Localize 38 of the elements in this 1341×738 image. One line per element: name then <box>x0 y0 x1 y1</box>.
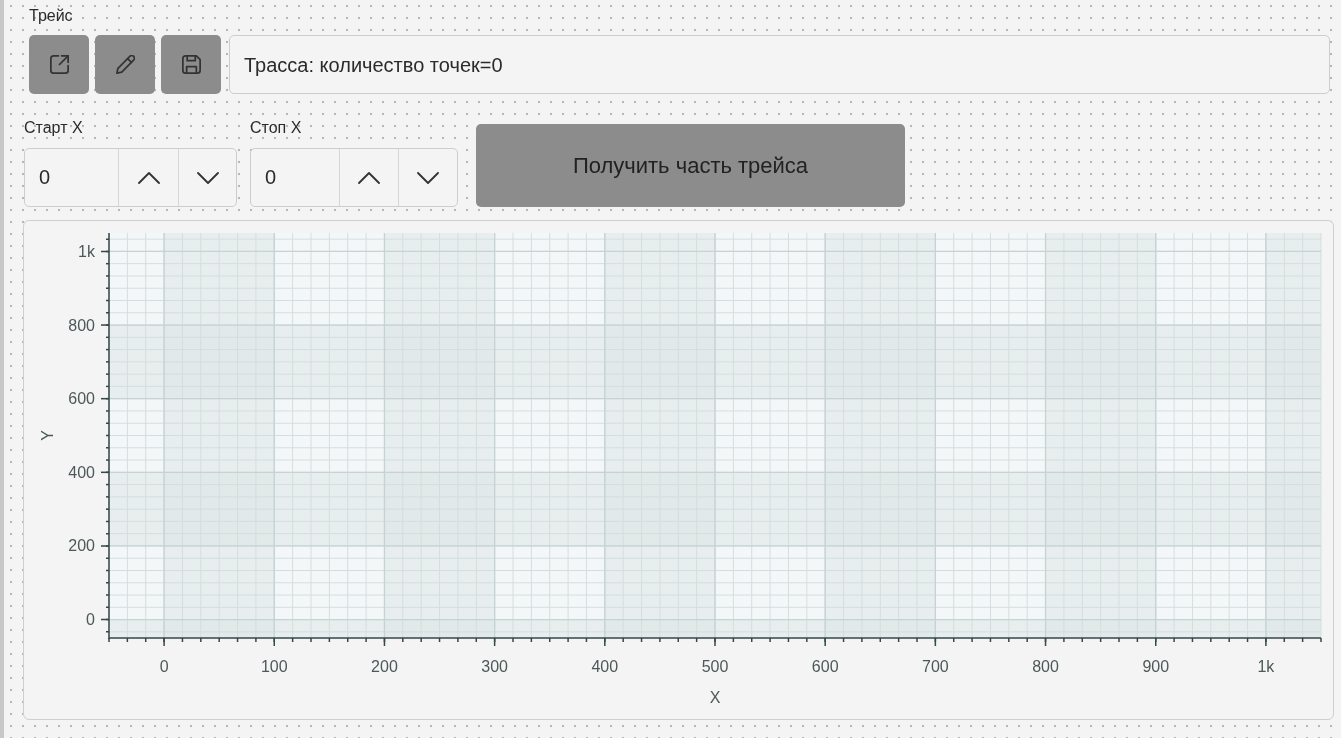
spin-box[interactable]: 0 <box>24 148 237 207</box>
x-tick-label: 700 <box>922 657 949 675</box>
y-tick-label: 800 <box>68 316 95 334</box>
x-tick-label: 600 <box>811 657 839 675</box>
x-tick-label: 0 <box>159 657 169 675</box>
y-tick-label: 0 <box>86 611 95 629</box>
x-tick-label: 200 <box>371 657 398 675</box>
y-axis-title: Y <box>38 430 56 441</box>
y-tick-label: 600 <box>68 390 95 408</box>
x-tick-label: 300 <box>481 657 508 675</box>
edit-button[interactable] <box>95 35 155 94</box>
x-tick-label: 100 <box>260 657 288 675</box>
external-link-icon <box>49 55 69 74</box>
chevron-up-icon <box>358 171 380 184</box>
spin-box[interactable]: 0 <box>250 148 458 207</box>
save-icon <box>181 55 201 74</box>
x-tick-label: 1k <box>1257 657 1275 675</box>
export-button[interactable] <box>29 35 89 94</box>
y-tick-label: 1k <box>78 242 95 260</box>
pencil-icon <box>115 55 135 74</box>
x-tick-label: 900 <box>1142 657 1170 675</box>
fetch-trace-button[interactable]: Получить часть трейса <box>476 124 905 207</box>
save-button[interactable] <box>161 35 221 94</box>
x-tick-label: 500 <box>701 657 729 675</box>
y-tick-label: 400 <box>68 463 95 481</box>
chevron-down-icon <box>417 171 439 184</box>
x-tick-label: 400 <box>591 657 619 675</box>
field-label: Старт X <box>24 118 83 138</box>
number-input[interactable]: 0 <box>25 149 119 206</box>
field-label: Стоп X <box>250 118 302 138</box>
x-axis-title: X <box>709 688 721 706</box>
number-input[interactable]: 0 <box>251 149 340 206</box>
trace-info-field: Трасса: количество точек=0 <box>229 35 1330 94</box>
y-tick-label: 200 <box>68 537 95 555</box>
x-tick-label: 800 <box>1032 657 1059 675</box>
chevron-down-icon <box>196 171 219 184</box>
chevron-up-icon <box>137 171 160 184</box>
panel-title: Трейс <box>29 6 73 26</box>
